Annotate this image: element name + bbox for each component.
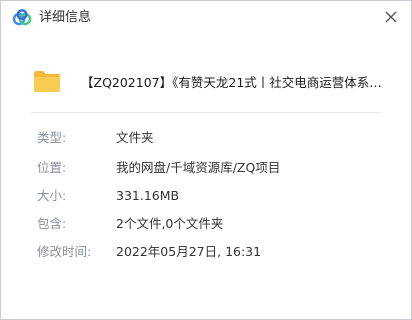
close-button[interactable] [381, 7, 401, 27]
property-row-location: 位置: 我的网盘/千域资源库/ZQ项目 [1, 158, 411, 178]
property-row-size: 大小: 331.16MB [1, 186, 411, 206]
property-label: 大小: [37, 188, 67, 203]
property-label: 修改时间: [37, 244, 92, 259]
property-row-modified: 修改时间: 2022年05月27日, 16:31 [1, 242, 411, 262]
property-value: 2022年05月27日, 16:31 [116, 244, 262, 259]
cloud-logo-icon [12, 8, 32, 28]
property-value: 2个文件,0个文件夹 [116, 216, 224, 231]
property-value: 331.16MB [116, 188, 180, 203]
property-label: 类型: [37, 130, 67, 145]
property-row-contains: 包含: 2个文件,0个文件夹 [1, 214, 411, 234]
close-icon [385, 11, 397, 23]
property-label: 位置: [37, 160, 67, 175]
title-bar: 详细信息 [1, 1, 411, 35]
property-value: 文件夹 [116, 130, 154, 145]
divider [31, 112, 381, 113]
folder-icon [33, 69, 61, 93]
dialog-title: 详细信息 [39, 10, 92, 25]
property-value: 我的网盘/千域资源库/ZQ项目 [116, 160, 281, 175]
property-label: 包含: [37, 216, 67, 231]
file-name: 【ZQ202107】《有赞天龙21式丨社交电商运营体系大... [81, 75, 391, 90]
property-row-type: 类型: 文件夹 [1, 128, 411, 148]
details-dialog: 详细信息 【ZQ202107】《有赞天龙21式丨社交电商运营体系大... 类型:… [0, 0, 412, 320]
